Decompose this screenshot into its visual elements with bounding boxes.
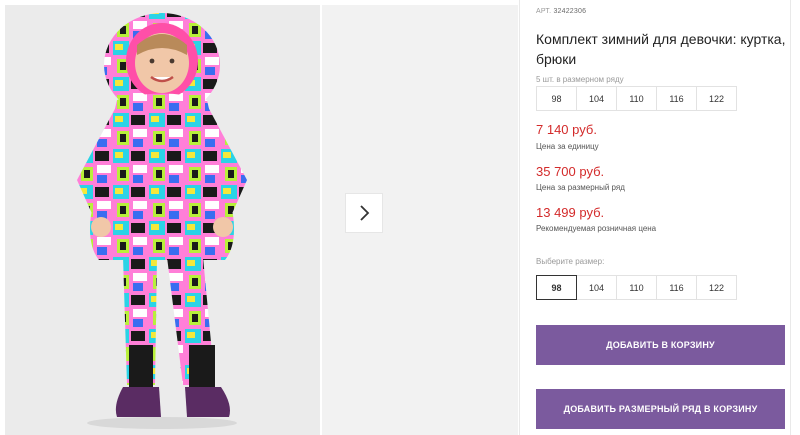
size-option-110[interactable]: 110 — [616, 275, 657, 300]
size-option-98[interactable]: 98 — [536, 275, 577, 300]
unit-price-note: Цена за единицу — [536, 142, 599, 151]
chevron-right-icon — [360, 205, 370, 221]
size-row-count: 5 шт. в размерном ряду — [536, 75, 624, 84]
size-option-122[interactable]: 122 — [696, 275, 737, 300]
add-to-cart-button[interactable]: ДОБАВИТЬ В КОРЗИНУ — [536, 325, 785, 365]
article-number: АРТ. 32422306 — [536, 8, 586, 15]
product-title: Комплект зимний для девочки: куртка, брю… — [536, 31, 786, 67]
size-row-item: 116 — [656, 86, 697, 111]
panel-divider — [519, 0, 520, 435]
size-row-item: 122 — [696, 86, 737, 111]
size-option-116[interactable]: 116 — [656, 275, 697, 300]
size-row-item: 104 — [576, 86, 617, 111]
size-row-item: 110 — [616, 86, 657, 111]
size-selector: 98 104 110 116 122 — [536, 275, 737, 300]
unit-price: 7 140 руб. — [536, 122, 597, 137]
size-row-list: 98 104 110 116 122 — [536, 86, 737, 111]
row-price: 35 700 руб. — [536, 164, 605, 179]
product-photo[interactable] — [5, 5, 320, 435]
next-photo-button[interactable] — [345, 193, 383, 233]
size-row-item: 98 — [536, 86, 577, 111]
row-price-note: Цена за размерный ряд — [536, 183, 625, 192]
add-size-row-to-cart-button[interactable]: ДОБАВИТЬ РАЗМЕРНЫЙ РЯД В КОРЗИНУ — [536, 389, 785, 429]
product-photo-image — [5, 5, 320, 435]
size-option-104[interactable]: 104 — [576, 275, 617, 300]
right-divider — [790, 0, 791, 435]
retail-price: 13 499 руб. — [536, 205, 605, 220]
article-value: 32422306 — [553, 8, 587, 15]
retail-price-note: Рекомендуемая розничная цена — [536, 224, 657, 233]
article-label: АРТ. — [536, 8, 552, 15]
size-select-label: Выберите размер: — [536, 257, 605, 266]
product-gallery — [0, 0, 520, 435]
